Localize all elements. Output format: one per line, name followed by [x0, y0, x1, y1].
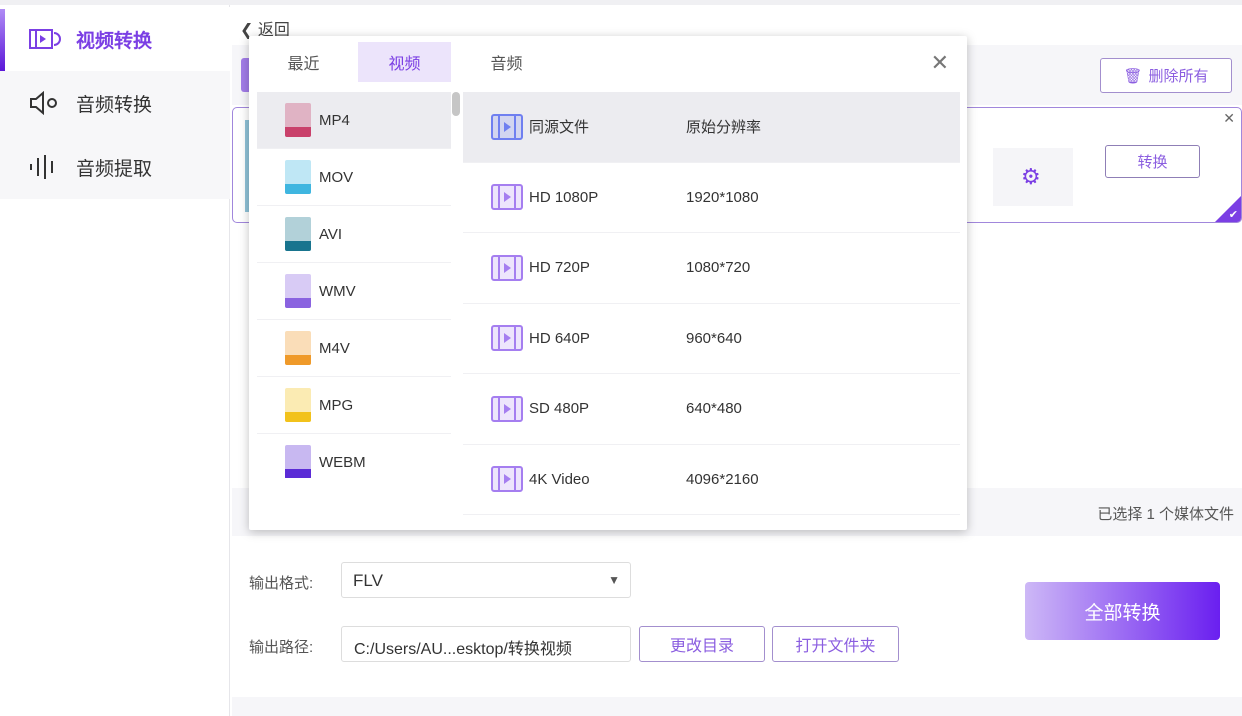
output-path-label: 输出路径:	[249, 639, 314, 656]
convert-all-button[interactable]: 全部转换	[1025, 582, 1220, 640]
resolution-value: 960*640	[686, 329, 742, 347]
format-label: MPG	[319, 396, 354, 414]
format-label: AVI	[319, 225, 343, 243]
convert-button[interactable]: 转换	[1105, 145, 1200, 178]
audio-convert-icon	[28, 91, 62, 115]
resolution-name: HD 640P	[529, 329, 590, 347]
resolution-item[interactable]: 同源文件 原始分辨率	[463, 92, 960, 163]
video-film-icon	[491, 466, 523, 493]
tab-recent[interactable]: 最近	[257, 42, 350, 82]
resolution-name: 同源文件	[529, 119, 590, 137]
video-film-icon	[491, 184, 523, 211]
check-icon: ✔	[1228, 209, 1238, 221]
resolution-item[interactable]: SD 480P 640*480	[463, 374, 960, 445]
resolution-value: 1920*1080	[686, 188, 759, 206]
sidebar-item-label: 视频转换	[76, 30, 153, 52]
audio-extract-icon	[28, 155, 62, 179]
delete-all-label: 删除所有	[1148, 68, 1209, 85]
video-film-icon	[491, 254, 523, 281]
file-format-icon	[285, 103, 311, 137]
change-directory-button[interactable]: 更改目录	[639, 626, 765, 662]
resolution-item[interactable]: HD 720P 1080*720	[463, 233, 960, 304]
remove-file-close-icon[interactable]: ✕	[1223, 110, 1235, 127]
resolution-item[interactable]: HD 640P 960*640	[463, 304, 960, 374]
format-item[interactable]: AVI	[257, 206, 451, 263]
format-item[interactable]: MP4	[257, 92, 451, 149]
bottom-bar	[232, 697, 1242, 716]
video-convert-icon	[28, 27, 62, 51]
tab-audio[interactable]: 音频	[460, 42, 553, 82]
tab-video[interactable]: 视频	[358, 42, 451, 82]
output-format-value: FLV	[353, 571, 383, 590]
file-format-icon	[285, 160, 311, 194]
resolution-value: 640*480	[686, 400, 742, 418]
sidebar-item-audio-convert[interactable]: 音频转换	[0, 71, 230, 135]
file-format-icon	[285, 388, 311, 422]
file-format-icon	[285, 445, 311, 478]
format-item[interactable]: M4V	[257, 320, 451, 377]
video-film-icon	[491, 113, 523, 140]
delete-all-button[interactable]: 🗑 删除所有	[1100, 58, 1232, 93]
format-label: M4V	[319, 339, 350, 357]
dropdown-arrow-icon: ▼	[608, 573, 620, 587]
format-list-scrollbar[interactable]	[452, 92, 460, 116]
format-item[interactable]: WEBM	[257, 434, 451, 478]
resolution-value: 原始分辨率	[686, 119, 762, 137]
output-format-select[interactable]: FLV ▼	[341, 562, 631, 598]
format-picker-modal: 最近 视频 音频 ✕ MP4 MOV AVI WMV M4V MPG WEBM 同源文件 原始…	[249, 36, 967, 530]
resolution-name: HD 720P	[529, 259, 590, 277]
file-format-icon	[285, 274, 311, 308]
resolution-value: 1080*720	[686, 259, 751, 277]
format-label: WMV	[319, 282, 356, 300]
resolution-name: HD 1080P	[529, 188, 599, 206]
format-item[interactable]: MOV	[257, 149, 451, 206]
selected-count: 已选择 1 个媒体文件	[1097, 506, 1234, 523]
open-folder-button[interactable]: 打开文件夹	[772, 626, 899, 662]
resolution-item[interactable]: HD 1080P 1920*1080	[463, 163, 960, 233]
output-path-field[interactable]: C:/Users/AU...esktop/转换视频	[341, 626, 631, 662]
format-list: MP4 MOV AVI WMV M4V MPG WEBM	[257, 92, 451, 478]
format-label: MP4	[319, 111, 350, 129]
sidebar-item-label: 音频转换	[76, 94, 153, 116]
resolution-list: 同源文件 原始分辨率 HD 1080P 1920*1080 HD 720P 1080*72…	[463, 92, 960, 518]
sidebar-item-video-convert[interactable]: 视频转换	[0, 7, 230, 71]
resolution-name: 4K Video	[529, 470, 590, 488]
resolution-item[interactable]: 4K Video 4096*2160	[463, 445, 960, 515]
file-format-icon	[285, 217, 311, 251]
file-format-icon	[285, 331, 311, 365]
format-item[interactable]: MPG	[257, 377, 451, 434]
trash-icon: 🗑	[1123, 67, 1143, 85]
close-icon[interactable]: ✕	[931, 50, 949, 76]
output-format-label: 输出格式:	[249, 575, 314, 592]
resolution-value: 4096*2160	[686, 470, 759, 488]
video-film-icon	[491, 325, 523, 352]
video-film-icon	[491, 395, 523, 422]
sidebar-item-label: 音频提取	[76, 158, 153, 180]
resolution-name: SD 480P	[529, 400, 590, 418]
format-label: WEBM	[319, 453, 366, 471]
sidebar-item-audio-extract[interactable]: 音频提取	[0, 135, 230, 199]
format-label: MOV	[319, 168, 354, 186]
format-item[interactable]: WMV	[257, 263, 451, 320]
sidebar: 视频转换 音频转换 音频提取	[0, 5, 230, 716]
settings-gear-icon[interactable]: ⚙	[1021, 164, 1041, 190]
